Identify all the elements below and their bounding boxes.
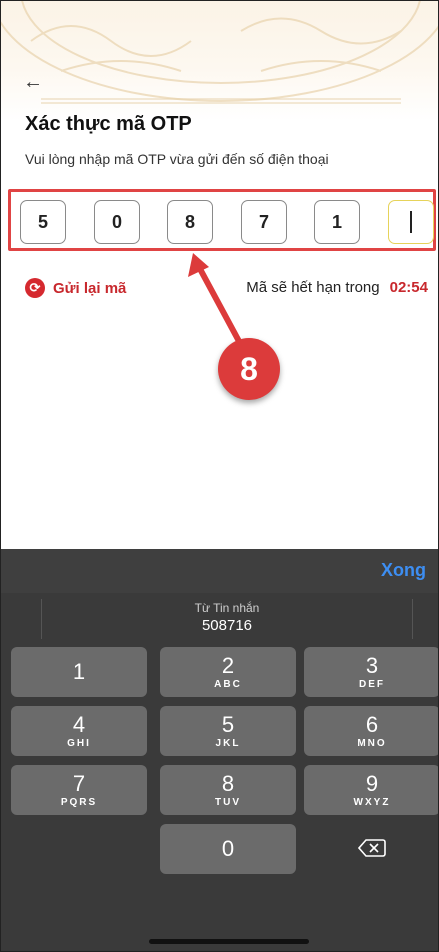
delete-key[interactable]	[304, 824, 438, 874]
key-digit: 4	[72, 712, 86, 737]
key-digit: 5	[221, 712, 235, 737]
key-letters: JKL	[215, 738, 241, 749]
key-0[interactable]: 0	[160, 824, 296, 874]
home-indicator	[149, 939, 309, 944]
backspace-icon	[358, 839, 386, 857]
numeric-keyboard: Xong Từ Tin nhắn 508716 1 2 ABC 3 DEF 4 …	[1, 549, 438, 951]
key-1[interactable]: 1	[11, 647, 147, 697]
done-button[interactable]: Xong	[381, 560, 426, 581]
key-letters: MNO	[357, 738, 387, 749]
suggestion-code: 508716	[201, 617, 253, 634]
key-4[interactable]: 4 GHI	[11, 706, 147, 756]
key-letters: GHI	[67, 738, 91, 749]
key-digit: 0	[221, 836, 235, 861]
key-letters: PQRS	[60, 797, 98, 808]
step-badge: 8	[218, 338, 280, 400]
key-digit: 7	[72, 771, 86, 796]
key-digit: 9	[365, 771, 379, 796]
key-2[interactable]: 2 ABC	[160, 647, 296, 697]
key-9[interactable]: 9 WXYZ	[304, 765, 438, 815]
key-digit: 2	[221, 653, 235, 678]
key-digit: 1	[72, 659, 86, 684]
key-letters: DEF	[359, 679, 385, 690]
key-digit: 6	[365, 712, 379, 737]
key-8[interactable]: 8 TUV	[160, 765, 296, 815]
key-letters: WXYZ	[353, 797, 391, 808]
key-7[interactable]: 7 PQRS	[11, 765, 147, 815]
key-6[interactable]: 6 MNO	[304, 706, 438, 756]
key-digit: 3	[365, 653, 379, 678]
otp-autofill-suggestion[interactable]: Từ Tin nhắn 508716	[41, 599, 413, 639]
key-3[interactable]: 3 DEF	[304, 647, 438, 697]
key-letters: TUV	[215, 797, 241, 808]
suggestion-source: Từ Tin nhắn	[194, 601, 260, 615]
key-5[interactable]: 5 JKL	[160, 706, 296, 756]
key-digit: 8	[221, 771, 235, 796]
keyboard-toolbar: Xong	[1, 549, 438, 593]
key-letters: ABC	[214, 679, 242, 690]
screen: ← Xác thực mã OTP Vui lòng nhập mã OTP v…	[0, 0, 439, 952]
